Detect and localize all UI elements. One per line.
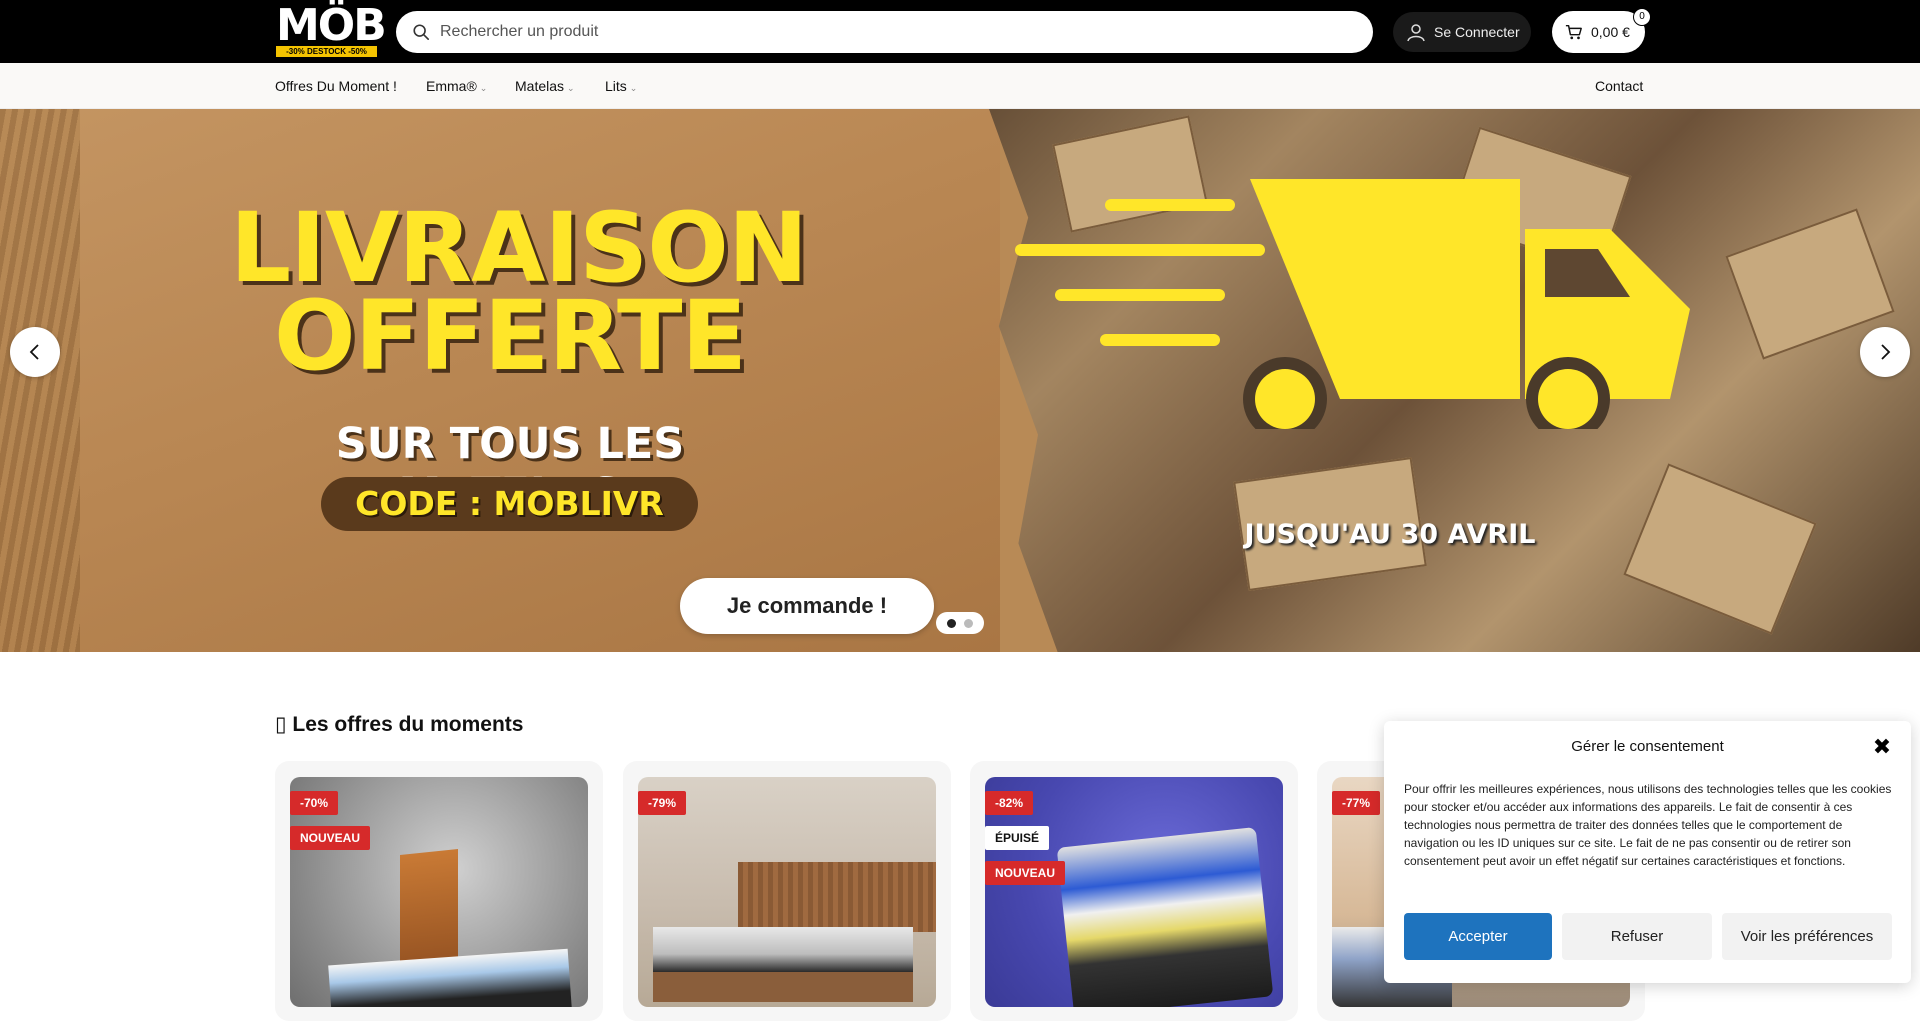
product-mattress-layers bbox=[1056, 827, 1274, 1007]
cart-icon bbox=[1565, 24, 1582, 40]
fire-icon: ▯ bbox=[275, 713, 287, 736]
refuse-button[interactable]: Refuser bbox=[1562, 913, 1712, 960]
corrugated-edge bbox=[0, 109, 80, 652]
search-bar[interactable] bbox=[396, 11, 1373, 53]
slider-pagination bbox=[936, 612, 984, 634]
product-mattress bbox=[328, 948, 572, 1007]
search-icon bbox=[413, 24, 430, 41]
consent-title: Gérer le consentement bbox=[1571, 738, 1724, 755]
box-decoration bbox=[1623, 463, 1817, 635]
logo-wordmark: MÖB bbox=[276, 0, 387, 51]
top-bar: MÖB -30% DESTOCK -50% Se Connecter 0,00 … bbox=[0, 0, 1920, 63]
consent-text: Pour offrir les meilleures expériences, … bbox=[1404, 782, 1892, 868]
discount-badge: -82% bbox=[985, 791, 1034, 815]
accept-button[interactable]: Accepter bbox=[1404, 913, 1552, 960]
chevron-left-icon bbox=[29, 344, 39, 360]
slider-prev-button[interactable] bbox=[10, 327, 60, 377]
chevron-down-icon: ⌄ bbox=[479, 83, 488, 93]
search-input[interactable] bbox=[440, 23, 1340, 41]
chevron-down-icon: ⌄ bbox=[567, 83, 575, 93]
delivery-truck-icon bbox=[1015, 179, 1690, 429]
cart-amount: 0,00 € bbox=[1591, 24, 1630, 40]
logo-tagline: -30% DESTOCK -50% bbox=[276, 46, 377, 57]
nav-item-label: Matelas bbox=[515, 78, 565, 94]
nav-item-emma[interactable]: Emma® ⌄ bbox=[426, 78, 487, 94]
discount-badge: -70% bbox=[290, 791, 339, 815]
slide-dot-active[interactable] bbox=[947, 619, 956, 628]
promo-end-date: JUSQU'AU 30 AVRIL bbox=[1244, 519, 1536, 550]
cookie-consent-dialog: Gérer le consentement ✖ Pour offrir les … bbox=[1384, 721, 1911, 983]
nav-item-label: Offres Du Moment ! bbox=[275, 78, 397, 94]
login-button[interactable]: Se Connecter bbox=[1393, 12, 1531, 52]
user-icon bbox=[1407, 24, 1425, 42]
discount-badge: -79% bbox=[638, 791, 687, 815]
nav-item-contact[interactable]: Contact bbox=[1595, 78, 1643, 94]
promo-code-badge: CODE : MOBLIVR bbox=[321, 477, 698, 531]
hero-headline: LIVRAISON OFFERTE bbox=[230, 192, 808, 392]
preferences-button[interactable]: Voir les préférences bbox=[1722, 913, 1892, 960]
slider-next-button[interactable] bbox=[1860, 327, 1910, 377]
close-icon[interactable]: ✖ bbox=[1870, 735, 1894, 759]
product-card[interactable]: -70% NOUVEAU bbox=[275, 761, 603, 1021]
offers-title-text: Les offres du moments bbox=[292, 713, 524, 736]
product-bed-base bbox=[653, 972, 913, 1002]
product-card[interactable]: -79% bbox=[623, 761, 951, 1021]
hero-line-2: OFFERTE bbox=[273, 280, 747, 392]
chevron-down-icon: ⌄ bbox=[629, 83, 638, 93]
cart-count-badge: 0 bbox=[1633, 8, 1651, 26]
sold-out-badge: ÉPUISÉ bbox=[985, 826, 1050, 850]
product-card[interactable]: -82% ÉPUISÉ NOUVEAU bbox=[970, 761, 1298, 1021]
hero-line-1: LIVRAISON bbox=[230, 192, 808, 304]
hero-slider: LIVRAISON OFFERTE SUR TOUS LES MATELAS C… bbox=[0, 109, 1920, 652]
order-now-button[interactable]: Je commande ! bbox=[680, 578, 934, 634]
nav-item-matelas[interactable]: Matelas ⌄ bbox=[515, 78, 575, 94]
login-label: Se Connecter bbox=[1434, 24, 1520, 40]
nav-item-offres[interactable]: Offres Du Moment ! bbox=[275, 78, 397, 94]
slide-dot[interactable] bbox=[964, 619, 973, 628]
product-mattress bbox=[653, 927, 913, 972]
offers-section-title: ▯ Les offres du moments bbox=[275, 712, 523, 737]
product-headboard bbox=[738, 862, 936, 932]
nav-item-lits[interactable]: Lits ⌄ bbox=[605, 78, 637, 94]
new-badge: NOUVEAU bbox=[985, 861, 1066, 885]
chevron-right-icon bbox=[1881, 344, 1891, 360]
cart-button[interactable]: 0,00 € bbox=[1552, 11, 1645, 53]
main-nav: Offres Du Moment ! Emma® ⌄ Matelas ⌄ Lits ⌄… bbox=[0, 63, 1920, 109]
discount-badge: -77% bbox=[1332, 791, 1381, 815]
nav-item-label: Emma® bbox=[426, 78, 477, 94]
nav-item-label: Lits bbox=[605, 78, 627, 94]
store-logo[interactable]: MÖB -30% DESTOCK -50% bbox=[276, 0, 387, 58]
new-badge: NOUVEAU bbox=[290, 826, 371, 850]
